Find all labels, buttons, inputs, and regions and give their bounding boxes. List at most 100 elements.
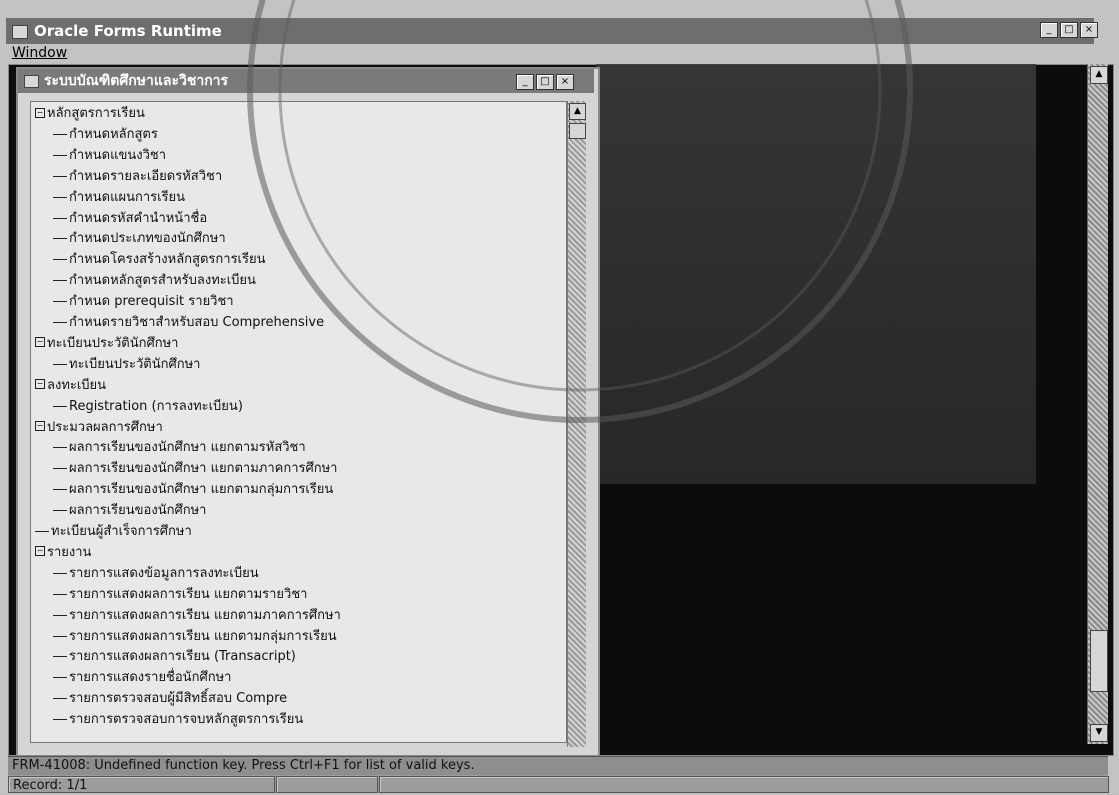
tree-connector <box>53 510 67 512</box>
tree-connector <box>53 489 67 491</box>
tree-item-label: ผลการเรียนของนักศึกษา แยกตามกลุ่มการเรีย… <box>69 482 334 498</box>
tree-leaf[interactable]: กำหนดรายวิชาสำหรับสอบ Comprehensive <box>53 313 324 333</box>
tree-item-label: รายการแสดงผลการเรียน แยกตามรายวิชา <box>69 586 308 602</box>
minimize-icon[interactable]: _ <box>1040 22 1058 38</box>
background-watermark-area <box>596 64 1036 484</box>
collapse-icon[interactable]: − <box>35 107 45 118</box>
app-icon <box>12 25 28 39</box>
tree-node[interactable]: − รายงาน <box>35 543 91 563</box>
tree-leaf[interactable]: รายการตรวจสอบการจบหลักสูตรการเรียน <box>53 710 303 730</box>
tree-connector <box>53 677 67 679</box>
tree-leaf[interactable]: รายการแสดงผลการเรียน แยกตามกลุ่มการเรียน <box>53 627 337 647</box>
tree-node[interactable]: ทะเบียนผู้สำเร็จการศึกษา <box>35 522 192 542</box>
tree-item-label: กำหนด prerequisit รายวิชา <box>69 294 234 310</box>
tree-leaf[interactable]: ผลการเรียนของนักศึกษา แยกตามกลุ่มการเรีย… <box>53 480 333 500</box>
tree-leaf[interactable]: กำหนดหลักสูตรสำหรับลงทะเบียน <box>53 271 256 291</box>
tree-item-label: รายการตรวจสอบผู้มีสิทธิ์สอบ Compre <box>69 691 288 707</box>
tree-connector <box>53 698 67 700</box>
scroll-thumb[interactable] <box>569 123 586 139</box>
tree-connector <box>53 322 67 323</box>
tree-connector <box>53 154 67 156</box>
tree-leaf[interactable]: กำหนดแผนการเรียน <box>53 188 185 208</box>
tree-leaf[interactable]: รายการแสดงผลการเรียน แยกตามรายวิชา <box>53 585 307 605</box>
tree-connector <box>53 133 67 135</box>
maximize-icon[interactable]: □ <box>536 74 554 90</box>
tree-connector <box>53 280 67 282</box>
app-window-controls: _ □ × <box>1040 22 1098 38</box>
tree-connector <box>53 447 67 449</box>
status-record-cell: Record: 1/1 <box>8 776 275 793</box>
collapse-icon[interactable]: − <box>35 421 45 431</box>
tree-leaf[interactable]: กำหนดรายละเอียดรหัสวิชา <box>53 167 222 187</box>
tree-leaf[interactable]: กำหนดโครงสร้างหลักสูตรการเรียน <box>53 250 266 270</box>
tree-item-label: กำหนดแขนงวิชา <box>69 147 166 163</box>
tree-connector <box>53 259 67 261</box>
tree-leaf[interactable]: ผลการเรียนของนักศึกษา <box>53 501 206 521</box>
tree-connector <box>53 363 67 365</box>
collapse-icon[interactable]: − <box>35 379 45 390</box>
close-icon[interactable]: × <box>556 74 574 90</box>
tree-item-label: รายการแสดงผลการเรียน แยกตามภาคการศึกษา <box>69 607 341 623</box>
tree-item-label: กำหนดรหัสคำนำหน้าชื่อ <box>69 210 208 226</box>
tree-item-label: ผลการเรียนของนักศึกษา แยกตามภาคการศึกษา <box>69 461 338 477</box>
child-window-title: ระบบบัณฑิตศึกษาและวิชาการ <box>44 73 229 89</box>
child-window-titlebar: ระบบบัณฑิตศึกษาและวิชาการ <box>18 69 594 93</box>
tree-leaf[interactable]: รายการแสดงผลการเรียน (Transacript) <box>53 647 296 667</box>
tree-item-label: กำหนดรายละเอียดรหัสวิชา <box>69 168 223 184</box>
tree-item-label: ทะเบียนผู้สำเร็จการศึกษา <box>51 524 192 539</box>
tree-connector <box>53 614 67 616</box>
tree-leaf[interactable]: กำหนดประเภทของนักศึกษา <box>53 229 226 249</box>
mdi-vertical-scrollbar[interactable]: ▲ ▼ <box>1087 64 1108 744</box>
tree-node[interactable]: − หลักสูตรการเรียน <box>35 104 145 124</box>
scroll-up-icon[interactable]: ▲ <box>1090 66 1108 84</box>
tree-connector <box>53 196 67 198</box>
close-icon[interactable]: × <box>1080 22 1098 38</box>
tree-leaf[interactable]: รายการแสดงข้อมูลการลงทะเบียน <box>53 564 259 584</box>
minimize-icon[interactable]: _ <box>516 74 534 90</box>
tree-leaf[interactable]: ผลการเรียนของนักศึกษา แยกตามรหัสวิชา <box>53 438 306 458</box>
app-titlebar: Oracle Forms Runtime <box>6 18 1094 44</box>
tree-item-label: รายการตรวจสอบการจบหลักสูตรการเรียน <box>69 712 304 728</box>
tree-leaf[interactable]: รายการตรวจสอบผู้มีสิทธิ์สอบ Compre <box>53 689 287 709</box>
tree-vertical-scrollbar[interactable]: ▲ <box>567 101 586 747</box>
tree-connector <box>53 405 67 407</box>
tree-leaf[interactable]: Registration (การลงทะเบียน) <box>53 397 243 417</box>
message-line: FRM-41008: Undefined function key. Press… <box>8 756 1108 775</box>
tree-item-label: รายการแสดงผลการเรียน (Transacript) <box>69 649 296 665</box>
tree-item-label: ผลการเรียนของนักศึกษา แยกตามรหัสวิชา <box>69 440 306 456</box>
tree-leaf[interactable]: กำหนดแขนงวิชา <box>53 146 166 166</box>
tree-leaf[interactable]: กำหนดรหัสคำนำหน้าชื่อ <box>53 209 207 229</box>
maximize-icon[interactable]: □ <box>1060 22 1078 38</box>
tree-item-label: รายงาน <box>47 544 92 560</box>
tree-leaf[interactable]: กำหนด prerequisit รายวิชา <box>53 292 234 312</box>
tree-leaf[interactable]: ทะเบียนประวัตินักศึกษา <box>53 355 200 375</box>
tree-node[interactable]: − ทะเบียนประวัตินักศึกษา <box>35 334 178 354</box>
tree-node[interactable]: − ประมวลผลการศึกษา <box>35 418 163 438</box>
scroll-down-icon[interactable]: ▼ <box>1090 724 1108 742</box>
tree-item-label: ประมวลผลการศึกษา <box>47 419 163 435</box>
menu-tree: − หลักสูตรการเรียน กำหนดหลักสูตร กำหนดแขนงว… <box>30 101 567 743</box>
tree-leaf[interactable]: ผลการเรียนของนักศึกษา แยกตามภาคการศึกษา <box>53 459 337 479</box>
tree-leaf[interactable]: รายการแสดงรายชื่อนักศึกษา <box>53 668 231 688</box>
collapse-icon[interactable]: − <box>35 337 45 348</box>
tree-leaf[interactable]: กำหนดหลักสูตร <box>53 125 158 145</box>
tree-item-label: กำหนดโครงสร้างหลักสูตรการเรียน <box>69 252 266 268</box>
tree-connector <box>53 635 67 637</box>
scroll-up-icon[interactable]: ▲ <box>569 103 586 120</box>
tree-connector <box>53 217 67 219</box>
tree-leaf[interactable]: รายการแสดงผลการเรียน แยกตามภาคการศึกษา <box>53 606 341 626</box>
tree-node[interactable]: − ลงทะเบียน <box>35 376 106 396</box>
tree-item-label: ทะเบียนประวัตินักศึกษา <box>47 335 179 351</box>
scroll-thumb[interactable] <box>1090 630 1108 692</box>
tree-item-label: รายการแสดงรายชื่อนักศึกษา <box>69 670 232 686</box>
child-window-controls: _ □ × <box>516 74 574 90</box>
tree-connector <box>53 301 67 303</box>
menu-window[interactable]: Window <box>12 45 67 61</box>
tree-item-label: หลักสูตรการเรียน <box>47 106 145 121</box>
collapse-icon[interactable]: − <box>35 546 45 557</box>
tree-item-label: ทะเบียนประวัตินักศึกษา <box>69 356 201 372</box>
app-title: Oracle Forms Runtime <box>34 22 222 40</box>
tree-item-label: ลงทะเบียน <box>47 377 107 393</box>
tree-connector <box>53 572 67 574</box>
tree-connector <box>53 175 67 177</box>
